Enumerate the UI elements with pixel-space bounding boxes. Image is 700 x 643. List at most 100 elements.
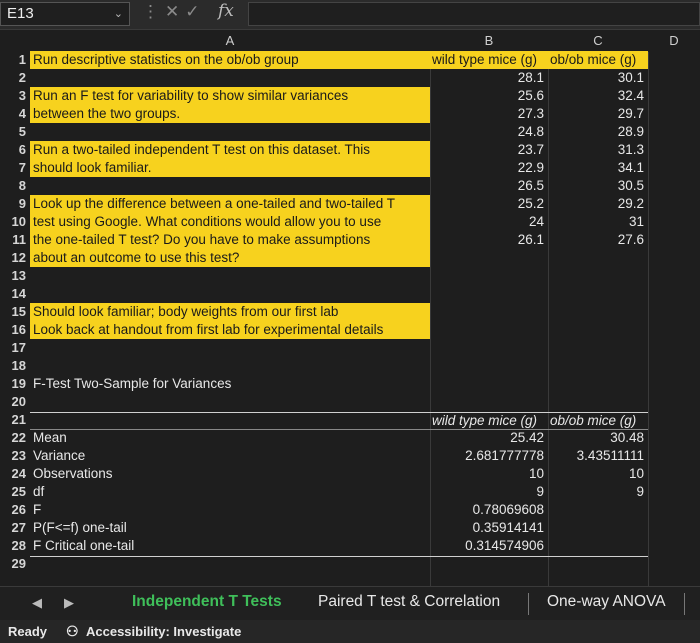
ftest-label[interactable]: P(F<=f) one-tail <box>33 520 127 535</box>
row-number[interactable]: 8 <box>0 178 28 193</box>
ftest-title[interactable]: F-Test Two-Sample for Variances <box>33 376 231 391</box>
chevron-down-icon[interactable]: ⌄ <box>114 3 123 25</box>
ftest-label[interactable]: F Critical one-tail <box>33 538 134 553</box>
column-header-a[interactable]: A <box>30 30 430 52</box>
cell-ob-ob[interactable]: 28.9 <box>548 124 644 139</box>
row-number[interactable]: 22 <box>0 430 28 445</box>
cell-wild-type[interactable]: 24 <box>430 214 544 229</box>
row-number[interactable]: 14 <box>0 286 28 301</box>
tab-independent-t-tests[interactable]: Independent T Tests <box>132 593 282 611</box>
cell-ob-ob[interactable]: 32.4 <box>548 88 644 103</box>
row-number[interactable]: 26 <box>0 502 28 517</box>
cell-a7[interactable]: should look familiar. <box>33 160 152 175</box>
cell-wild-type[interactable]: 22.9 <box>430 160 544 175</box>
ftest-header-b[interactable]: wild type mice (g) <box>432 413 537 428</box>
cell-ob-ob[interactable]: 34.1 <box>548 160 644 175</box>
row-number[interactable]: 19 <box>0 376 28 391</box>
cell-a15[interactable]: Should look familiar; body weights from … <box>33 304 338 319</box>
tab-paired-t-test-correlation[interactable]: Paired T test & Correlation <box>318 593 500 611</box>
spreadsheet-grid[interactable]: A B C D 1 2 3 4 5 6 7 8 9 10 11 12 13 14… <box>0 30 700 586</box>
cell-a16[interactable]: Look back at handout from first lab for … <box>33 322 383 337</box>
formula-input[interactable] <box>248 2 700 26</box>
row-number[interactable]: 15 <box>0 304 28 319</box>
confirm-icon[interactable]: ✓ <box>185 2 205 21</box>
ftest-value-c[interactable]: 10 <box>548 466 644 481</box>
cell-a11[interactable]: the one-tailed T test? Do you have to ma… <box>33 232 370 247</box>
cell-a9[interactable]: Look up the difference between a one-tai… <box>33 196 395 211</box>
row-number[interactable]: 4 <box>0 106 28 121</box>
accessibility-status[interactable]: Accessibility: Investigate <box>86 624 241 639</box>
cell-a4[interactable]: between the two groups. <box>33 106 180 121</box>
cell-ob-ob[interactable]: 27.6 <box>548 232 644 247</box>
cell-ob-ob[interactable]: 30.1 <box>548 70 644 85</box>
row-number[interactable]: 16 <box>0 322 28 337</box>
row-number[interactable]: 3 <box>0 88 28 103</box>
ftest-value-b[interactable]: 9 <box>430 484 544 499</box>
cell-c1-header[interactable]: ob/ob mice (g) <box>550 52 636 67</box>
cell-a1[interactable]: Run descriptive statistics on the ob/ob … <box>33 52 299 67</box>
ftest-label[interactable]: Observations <box>33 466 113 481</box>
row-number[interactable]: 18 <box>0 358 28 373</box>
cancel-icon[interactable]: ✕ <box>165 2 185 21</box>
cell-a12[interactable]: about an outcome to use this test? <box>33 250 239 265</box>
ftest-value-b[interactable]: 0.35914141 <box>430 520 544 535</box>
cell-ob-ob[interactable]: 31.3 <box>548 142 644 157</box>
cell-a6[interactable]: Run a two-tailed independent T test on t… <box>33 142 370 157</box>
row-number[interactable]: 13 <box>0 268 28 283</box>
cell-wild-type[interactable]: 23.7 <box>430 142 544 157</box>
row-number[interactable]: 1 <box>0 52 28 67</box>
row-number[interactable]: 21 <box>0 412 28 427</box>
cell-wild-type[interactable]: 26.1 <box>430 232 544 247</box>
ftest-value-b[interactable]: 10 <box>430 466 544 481</box>
next-sheet-icon[interactable]: ▶ <box>64 595 74 611</box>
row-number[interactable]: 5 <box>0 124 28 139</box>
column-header-d[interactable]: D <box>648 30 700 52</box>
cell-wild-type[interactable]: 25.2 <box>430 196 544 211</box>
cell-ob-ob[interactable]: 31 <box>548 214 644 229</box>
cell-wild-type[interactable]: 24.8 <box>430 124 544 139</box>
cell-wild-type[interactable]: 28.1 <box>430 70 544 85</box>
cell-wild-type[interactable]: 27.3 <box>430 106 544 121</box>
row-number[interactable]: 27 <box>0 520 28 535</box>
row-number[interactable]: 11 <box>0 232 28 247</box>
column-header-c[interactable]: C <box>548 30 648 52</box>
accessibility-icon[interactable]: ⚇ <box>66 623 79 640</box>
row-number[interactable]: 7 <box>0 160 28 175</box>
cell-a10[interactable]: test using Google. What conditions would… <box>33 214 381 229</box>
cell-ob-ob[interactable]: 30.5 <box>548 178 644 193</box>
cell-a3[interactable]: Run an F test for variability to show si… <box>33 88 348 103</box>
cell-wild-type[interactable]: 25.6 <box>430 88 544 103</box>
ftest-value-b[interactable]: 0.78069608 <box>430 502 544 517</box>
cell-ob-ob[interactable]: 29.7 <box>548 106 644 121</box>
ftest-label[interactable]: Mean <box>33 430 67 445</box>
row-number[interactable]: 17 <box>0 340 28 355</box>
cell-ob-ob[interactable]: 29.2 <box>548 196 644 211</box>
ftest-value-b[interactable]: 2.681777778 <box>430 448 544 463</box>
ftest-value-c[interactable]: 30.48 <box>548 430 644 445</box>
row-number[interactable]: 9 <box>0 196 28 211</box>
row-number[interactable]: 28 <box>0 538 28 553</box>
name-box[interactable]: E13 ⌄ <box>0 2 130 26</box>
ftest-label[interactable]: F <box>33 502 41 517</box>
ftest-value-b[interactable]: 0.314574906 <box>430 538 544 553</box>
tab-one-way-anova[interactable]: One-way ANOVA <box>547 593 666 611</box>
ftest-label[interactable]: df <box>33 484 44 499</box>
row-number[interactable]: 12 <box>0 250 28 265</box>
row-number[interactable]: 20 <box>0 394 28 409</box>
ftest-label[interactable]: Variance <box>33 448 85 463</box>
row-number[interactable]: 23 <box>0 448 28 463</box>
ftest-value-c[interactable]: 9 <box>548 484 644 499</box>
ftest-header-c[interactable]: ob/ob mice (g) <box>550 413 636 428</box>
row-number[interactable]: 24 <box>0 466 28 481</box>
ftest-value-b[interactable]: 25.42 <box>430 430 544 445</box>
fx-icon[interactable]: fx <box>218 1 234 21</box>
prev-sheet-icon[interactable]: ◀ <box>32 595 42 611</box>
row-number[interactable]: 2 <box>0 70 28 85</box>
row-number[interactable]: 10 <box>0 214 28 229</box>
ftest-value-c[interactable]: 3.43511111 <box>548 448 644 463</box>
row-number[interactable]: 29 <box>0 556 28 571</box>
column-header-b[interactable]: B <box>430 30 548 52</box>
row-number[interactable]: 25 <box>0 484 28 499</box>
cell-wild-type[interactable]: 26.5 <box>430 178 544 193</box>
row-number[interactable]: 6 <box>0 142 28 157</box>
